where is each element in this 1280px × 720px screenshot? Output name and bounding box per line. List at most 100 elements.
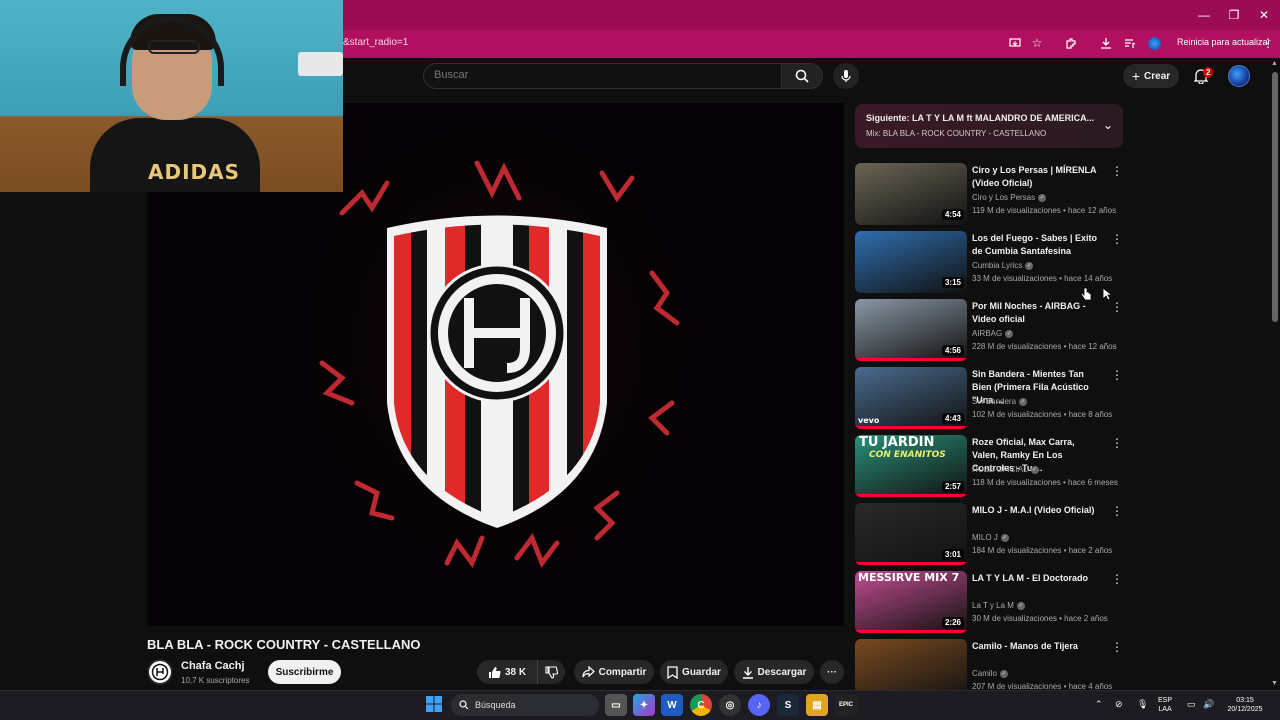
video-channel[interactable]: La T y La M ✓ [972, 601, 1025, 610]
video-title[interactable]: Camilo - Manos de Tijera [972, 640, 1102, 653]
copilot-icon[interactable]: ✦ [633, 694, 655, 716]
video-menu-icon[interactable]: ⋮ [1111, 504, 1123, 518]
save-button[interactable]: Guardar [660, 660, 728, 684]
tray-overflow-icon[interactable]: ⌃ [1095, 699, 1103, 710]
video-channel[interactable]: ROZE OFICIAL ✓ [972, 465, 1039, 474]
taskbar-search[interactable]: Búsqueda [451, 694, 599, 716]
playlist-item[interactable]: 3:15 Los del Fuego - Sabes | Exito de Cum… [855, 231, 1125, 295]
video-menu-icon[interactable]: ⋮ [1111, 368, 1123, 382]
steam-icon[interactable]: S [777, 694, 799, 716]
language-indicator[interactable]: ESP LAA [1158, 696, 1172, 714]
video-thumbnail[interactable]: 4:43 vevo [855, 367, 967, 429]
minimize-button[interactable]: — [1188, 0, 1220, 30]
network-off-icon[interactable]: ⊘ [1115, 699, 1123, 710]
video-channel[interactable]: Ciro y Los Persas ✓ [972, 193, 1047, 202]
region-code: LAA [1158, 706, 1172, 713]
playlist-item[interactable]: 2:57 TU JARDIN CON ENANITOS Roze Oficial, M… [855, 435, 1125, 499]
extensions-icon[interactable] [1061, 34, 1081, 52]
clock[interactable]: 03:15 20/12/2025 [1222, 696, 1268, 714]
close-window-button[interactable]: ✕ [1248, 0, 1280, 30]
webcam-overlay: ADIDAS [0, 0, 343, 192]
playlist-item[interactable]: 3:01 MILO J - M.A.I (Video Oficial) MILO J… [855, 503, 1125, 567]
url-field[interactable]: &start_radio=1 [343, 37, 408, 48]
video-thumbnail[interactable]: 3:15 [855, 231, 967, 293]
voice-search-button[interactable] [833, 63, 859, 89]
file-explorer-icon[interactable]: ▤ [806, 694, 828, 716]
word-icon[interactable]: W [661, 694, 683, 716]
maximize-button[interactable]: ❐ [1218, 0, 1250, 30]
video-menu-icon[interactable]: ⋮ [1111, 164, 1123, 178]
video-meta: 184 M de visualizaciones • hace 2 años [972, 546, 1113, 555]
video-menu-icon[interactable]: ⋮ [1111, 300, 1123, 314]
video-channel[interactable]: Sin Bandera ✓ [972, 397, 1028, 406]
video-duration: 3:15 [941, 277, 964, 288]
download-icon[interactable] [1096, 34, 1116, 52]
thumbnail-text: vevo [858, 416, 880, 425]
epic-games-icon[interactable]: EPIC [835, 694, 857, 716]
channel-name[interactable]: Chafa Cachj [181, 660, 245, 672]
subscribe-button[interactable]: Suscribirme [268, 660, 341, 684]
microphone-tray-icon[interactable]: 🎙 [1137, 699, 1148, 710]
playlist-mix-label: Mix: BLA BLA - ROCK COUNTRY - CASTELLANO [866, 129, 1047, 138]
video-title[interactable]: Ciro y Los Persas | MÍRENLA (Video Ofici… [972, 164, 1102, 190]
account-avatar[interactable] [1228, 65, 1250, 87]
download-button[interactable]: Descargar [734, 660, 814, 684]
clock-date: 20/12/2025 [1227, 706, 1263, 713]
chrome-icon[interactable]: C [690, 694, 712, 716]
thumbs-up-icon [488, 666, 501, 678]
task-view-icon[interactable]: ▭ [605, 694, 627, 716]
browser-menu-icon[interactable]: ⋮ [1258, 34, 1278, 52]
verified-check-icon: ✓ [1000, 533, 1009, 542]
share-button[interactable]: Compartir [574, 660, 654, 684]
more-actions-button[interactable]: ··· [820, 660, 844, 684]
search-input[interactable] [434, 69, 764, 81]
playlist-item[interactable]: 4:54 Ciro y Los Persas | MÍRENLA (Video O… [855, 163, 1125, 227]
video-menu-icon[interactable]: ⋮ [1111, 640, 1123, 654]
channel-avatar[interactable] [147, 659, 173, 685]
bookmark-star-icon[interactable]: ☆ [1027, 34, 1047, 52]
video-channel[interactable]: Camilo ✓ [972, 669, 1008, 678]
video-title[interactable]: MILO J - M.A.I (Video Oficial) [972, 504, 1102, 517]
video-thumbnail[interactable]: 4:54 [855, 163, 967, 225]
playlist-item[interactable]: 4:43 vevo Sin Bandera - Mientes Tan Bien (… [855, 367, 1125, 431]
scroll-up-icon[interactable]: ▲ [1271, 60, 1278, 67]
search-button[interactable] [781, 63, 823, 89]
video-channel[interactable]: MILO J ✓ [972, 533, 1009, 542]
install-app-icon[interactable] [1005, 34, 1025, 52]
volume-icon[interactable]: 🔊 [1203, 699, 1214, 710]
video-title[interactable]: Los del Fuego - Sabes | Exito de Cumbia … [972, 232, 1102, 258]
chevron-down-icon[interactable]: ⌄ [1103, 118, 1113, 132]
scrollbar-thumb[interactable] [1272, 72, 1278, 322]
video-duration: 2:57 [941, 481, 964, 492]
profile-icon[interactable] [1144, 34, 1164, 52]
playlist-item[interactable]: 2:26 MESSIRVE MIX 7 LA T Y LA M - El Docto… [855, 571, 1125, 635]
like-button[interactable]: 38 K [477, 660, 537, 684]
discord-icon[interactable]: ♪ [748, 694, 770, 716]
video-thumbnail[interactable]: 4:56 [855, 299, 967, 361]
video-thumbnail[interactable]: 2:57 TU JARDIN CON ENANITOS [855, 435, 967, 497]
download-icon [742, 666, 753, 679]
video-channel[interactable]: AIRBAG ✓ [972, 329, 1014, 338]
video-menu-icon[interactable]: ⋮ [1111, 572, 1123, 586]
video-channel-name: MILO J [972, 533, 998, 542]
create-label: Crear [1144, 70, 1171, 82]
video-channel[interactable]: Cumbia Lyrics ✓ [972, 261, 1034, 270]
video-thumbnail[interactable]: 2:26 MESSIRVE MIX 7 [855, 571, 967, 633]
playlist-item[interactable]: 4:56 Por Mil Noches - AIRBAG - Video ofic… [855, 299, 1125, 363]
video-menu-icon[interactable]: ⋮ [1111, 436, 1123, 450]
video-channel-name: Camilo [972, 669, 997, 678]
video-duration: 3:01 [941, 549, 964, 560]
video-thumbnail[interactable]: 3:01 [855, 503, 967, 565]
video-title[interactable]: LA T Y LA M - El Doctorado [972, 572, 1102, 585]
display-icon[interactable]: ▭ [1187, 699, 1196, 710]
chrome-profile-icon[interactable]: ◎ [719, 694, 741, 716]
video-menu-icon[interactable]: ⋮ [1111, 232, 1123, 246]
scroll-down-icon[interactable]: ▼ [1271, 680, 1278, 687]
playlist-header[interactable]: Siguiente: LA T Y LA M ft MALANDRO DE AM… [855, 104, 1123, 148]
media-control-icon[interactable] [1120, 34, 1140, 52]
dislike-button[interactable] [537, 660, 565, 684]
create-button[interactable]: + Crear [1123, 64, 1179, 88]
download-label: Descargar [757, 666, 807, 678]
windows-start-icon[interactable] [425, 695, 443, 713]
verified-check-icon: ✓ [1016, 601, 1025, 610]
